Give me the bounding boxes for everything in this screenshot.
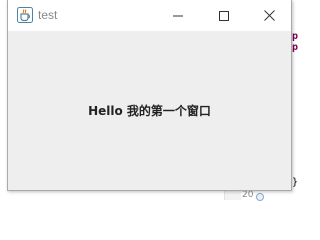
maximize-button[interactable] — [201, 0, 247, 31]
ide-fold-marker-icon[interactable] — [256, 193, 264, 201]
window-titlebar[interactable]: test — [8, 0, 291, 31]
ide-closing-brace: } — [292, 177, 299, 188]
ide-code-line: p — [292, 31, 299, 42]
close-icon — [263, 6, 275, 25]
window-title: test — [38, 8, 58, 22]
ide-line-number: 20 — [242, 190, 254, 200]
app-window: test Hello 我的第一个窗口 — [7, 0, 292, 191]
maximize-icon — [219, 6, 229, 25]
java-coffee-cup-icon[interactable] — [17, 7, 33, 23]
minimize-icon — [173, 6, 183, 25]
hello-label: Hello 我的第一个窗口 — [88, 104, 211, 118]
close-button[interactable] — [246, 0, 292, 31]
window-content-pane: Hello 我的第一个窗口 — [8, 31, 291, 190]
minimize-button[interactable] — [155, 0, 201, 31]
ide-code-line: p — [292, 42, 299, 53]
